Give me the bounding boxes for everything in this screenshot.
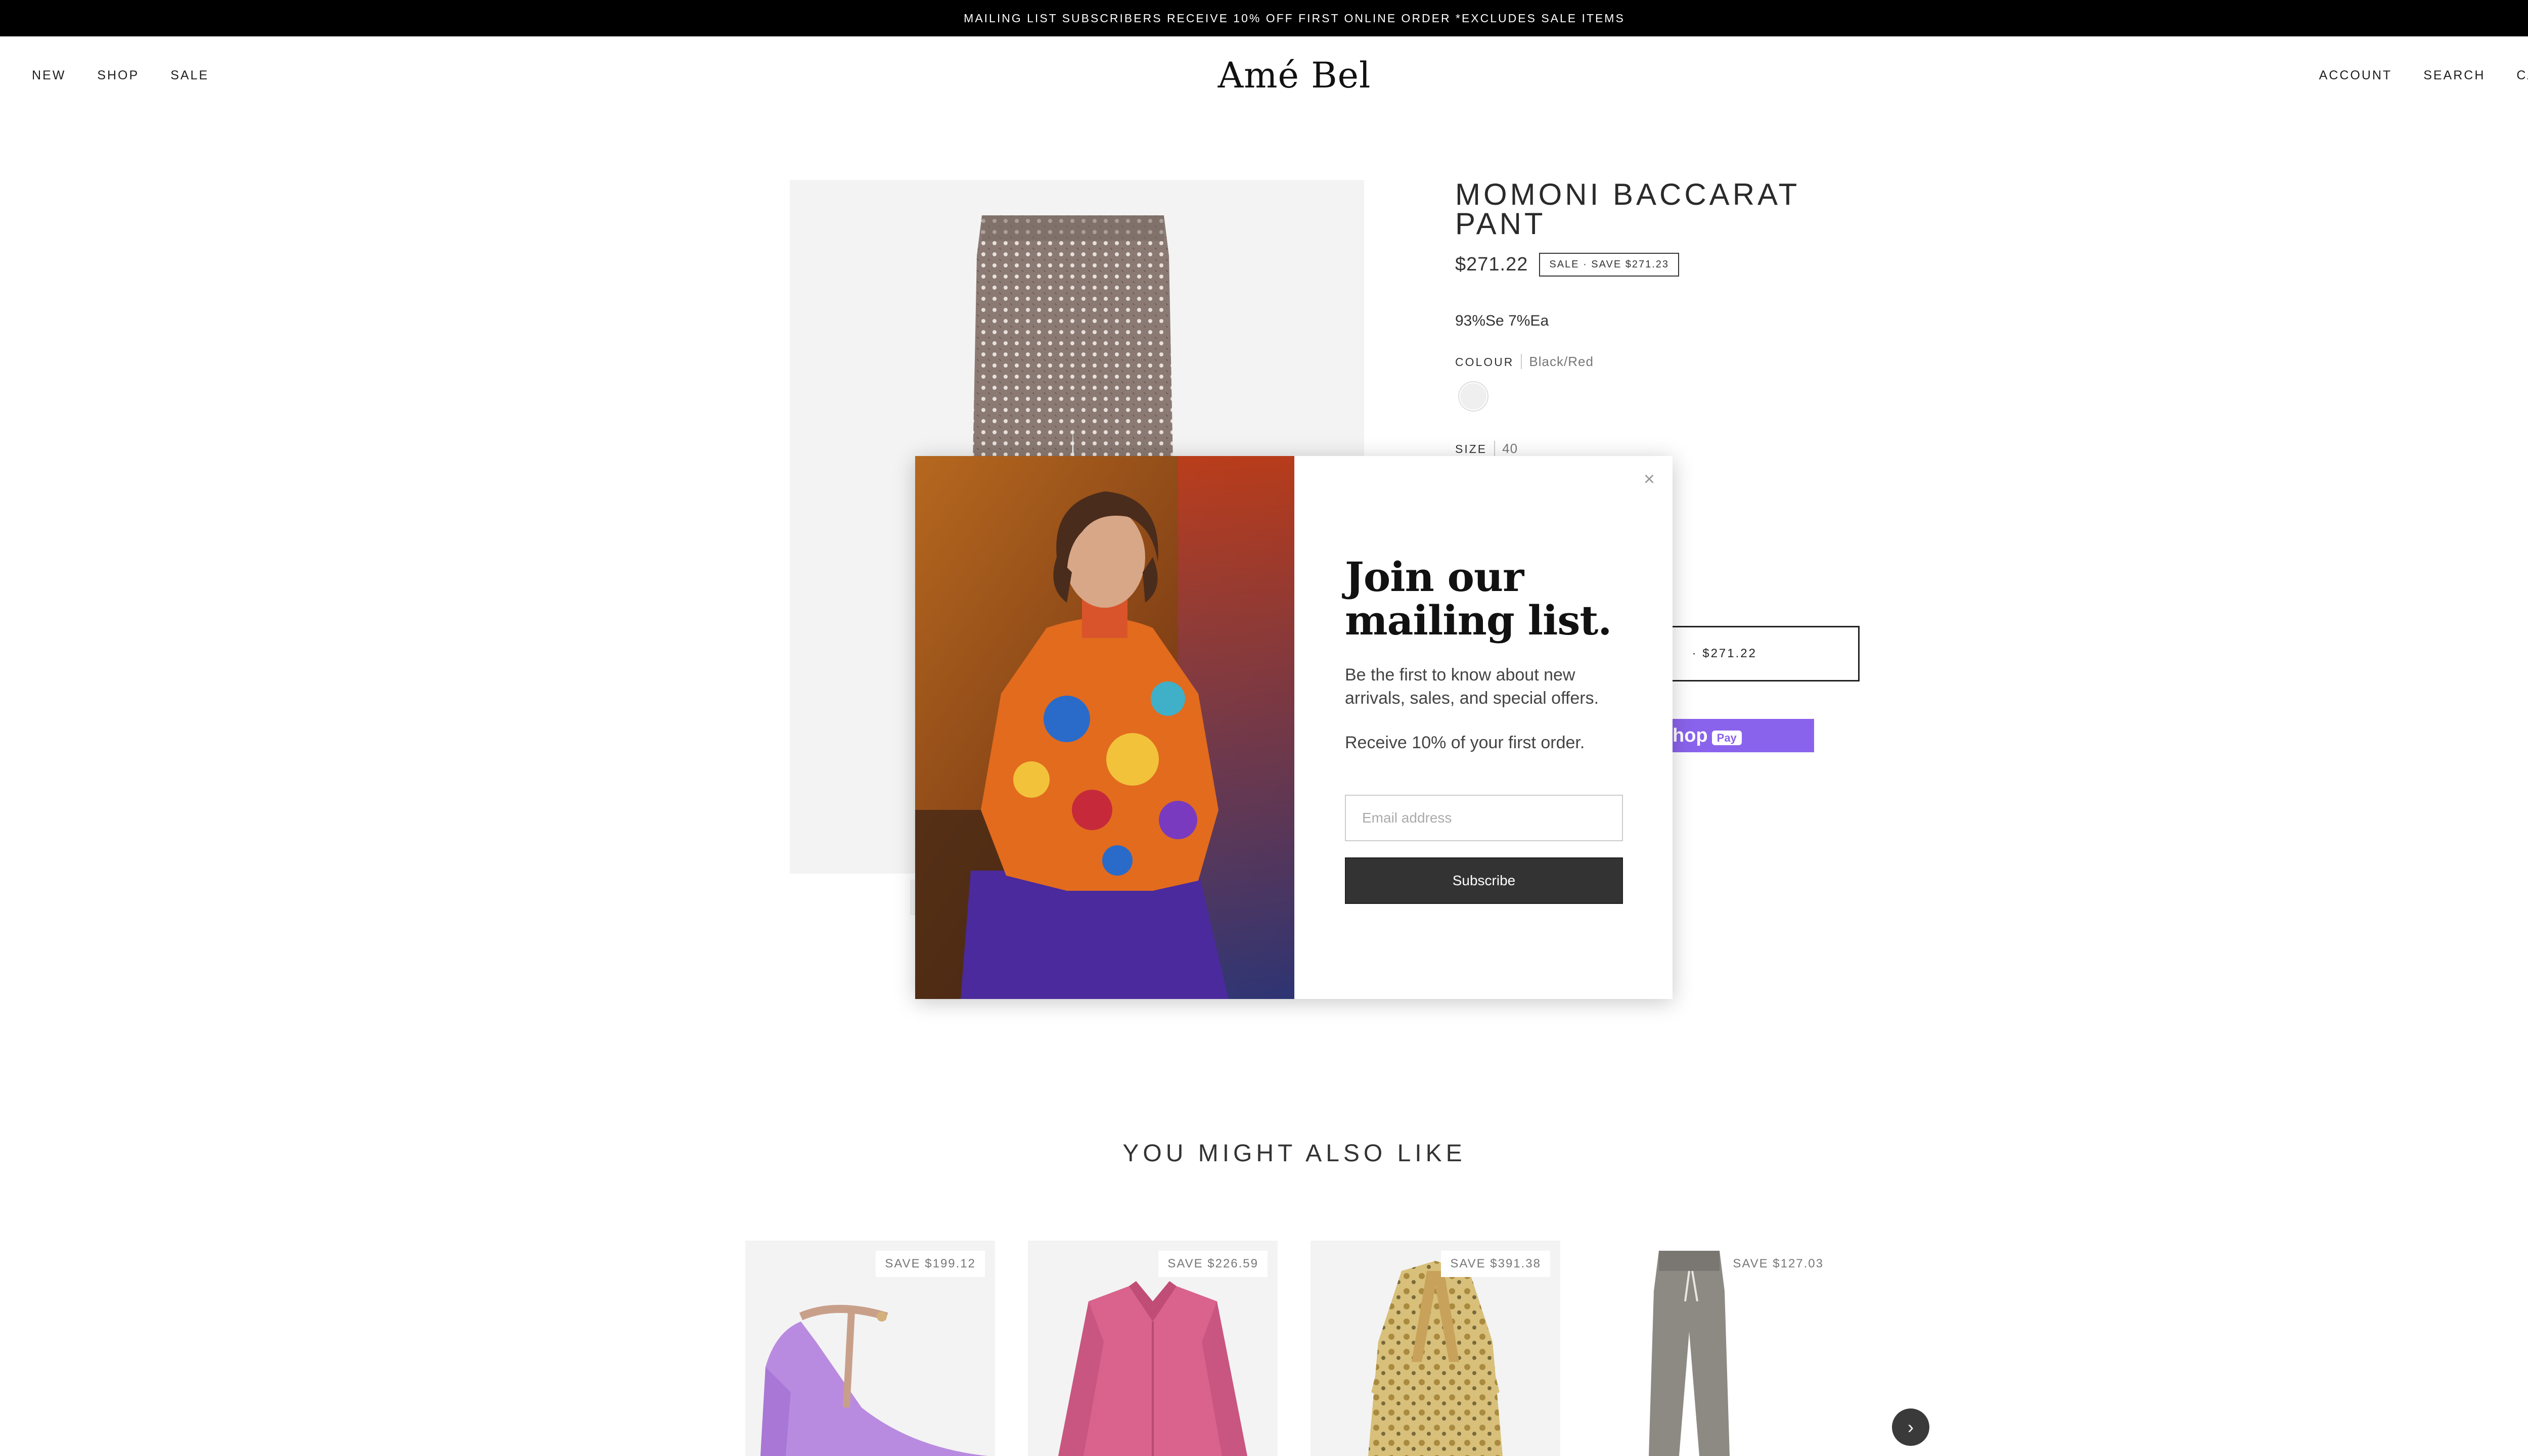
modal-title: Join our mailing list. <box>1345 555 1623 642</box>
product-price: $271.22 <box>1455 254 1528 275</box>
nav-cart[interactable]: CART <box>2516 68 2528 83</box>
size-option: SIZE 40 <box>1455 441 1518 457</box>
product-info: MOMONI BACCARAT PANT $271.22 SALE · SAVE… <box>1455 177 1860 752</box>
save-tag: SAVE $391.38 <box>1441 1251 1550 1277</box>
chevron-right-icon[interactable]: › <box>1892 1408 1929 1446</box>
primary-nav: NEW SHOP SALE <box>32 36 209 114</box>
announcement-text: MAILING LIST SUBSCRIBERS RECEIVE 10% OFF… <box>964 11 1625 25</box>
announcement-bar: MAILING LIST SUBSCRIBERS RECEIVE 10% OFF… <box>0 0 2528 36</box>
site-header: NEW SHOP SALE Amé Bel ACCOUNT SEARCH CAR… <box>0 36 2528 114</box>
colour-label: COLOUR <box>1455 355 1514 369</box>
rec-card-dress[interactable]: SAVE $391.38 <box>1311 1241 1560 1456</box>
recommendations-title: YOU MIGHT ALSO LIKE <box>1122 1140 1466 1167</box>
price-row: $271.22 SALE · SAVE $271.23 <box>1455 253 1680 277</box>
rec-card-shirt[interactable]: SAVE $226.59 <box>1028 1241 1278 1456</box>
rec-card-pant[interactable]: SAVE $127.03 <box>1593 1241 1843 1456</box>
nav-sale[interactable]: SALE <box>170 68 209 83</box>
sale-badge: SALE · SAVE $271.23 <box>1539 253 1680 277</box>
modal-image <box>915 456 1294 999</box>
modal-description: Be the first to know about new arrivals,… <box>1345 665 1599 708</box>
colour-swatch[interactable] <box>1459 382 1487 411</box>
save-tag: SAVE $226.59 <box>1158 1251 1268 1277</box>
size-value: 40 <box>1494 441 1518 456</box>
save-tag: SAVE $199.12 <box>876 1251 985 1277</box>
product-title: MOMONI BACCARAT PANT <box>1455 177 1800 241</box>
product-composition: 93%Se 7%Ea <box>1455 312 1549 329</box>
rec-card-heel[interactable]: SAVE $199.12 <box>745 1241 995 1456</box>
size-label: SIZE <box>1455 442 1487 456</box>
nav-new[interactable]: NEW <box>32 68 66 83</box>
shop-pay-logo: hop Pay <box>1673 725 1742 747</box>
shop-pay-badge: Pay <box>1711 730 1742 745</box>
save-tag: SAVE $127.03 <box>1724 1251 1833 1277</box>
model-photo <box>915 456 1294 999</box>
colour-option: COLOUR Black/Red <box>1455 354 1594 370</box>
site-logo[interactable]: Amé Bel <box>1218 36 1371 114</box>
close-icon[interactable]: × <box>1639 469 1659 490</box>
email-field[interactable] <box>1345 795 1623 841</box>
nav-shop[interactable]: SHOP <box>97 68 139 83</box>
nav-search[interactable]: SEARCH <box>2423 68 2485 83</box>
mailing-list-modal: × Join our mailing list. Be the first to… <box>915 456 1673 999</box>
add-to-cart-price: · $271.22 <box>1692 647 1757 660</box>
subscribe-button[interactable]: Subscribe <box>1345 857 1623 904</box>
modal-offer-text: Receive 10% of your first order. <box>1345 733 1585 752</box>
modal-content: × Join our mailing list. Be the first to… <box>1294 456 1673 999</box>
secondary-nav: ACCOUNT SEARCH CART <box>2319 36 2528 114</box>
shop-pay-text: hop <box>1673 724 1708 746</box>
modal-title-line1: Join our <box>1345 553 1524 601</box>
nav-account[interactable]: ACCOUNT <box>2319 68 2392 83</box>
colour-value: Black/Red <box>1521 354 1594 369</box>
modal-title-line2: mailing list. <box>1345 597 1612 644</box>
